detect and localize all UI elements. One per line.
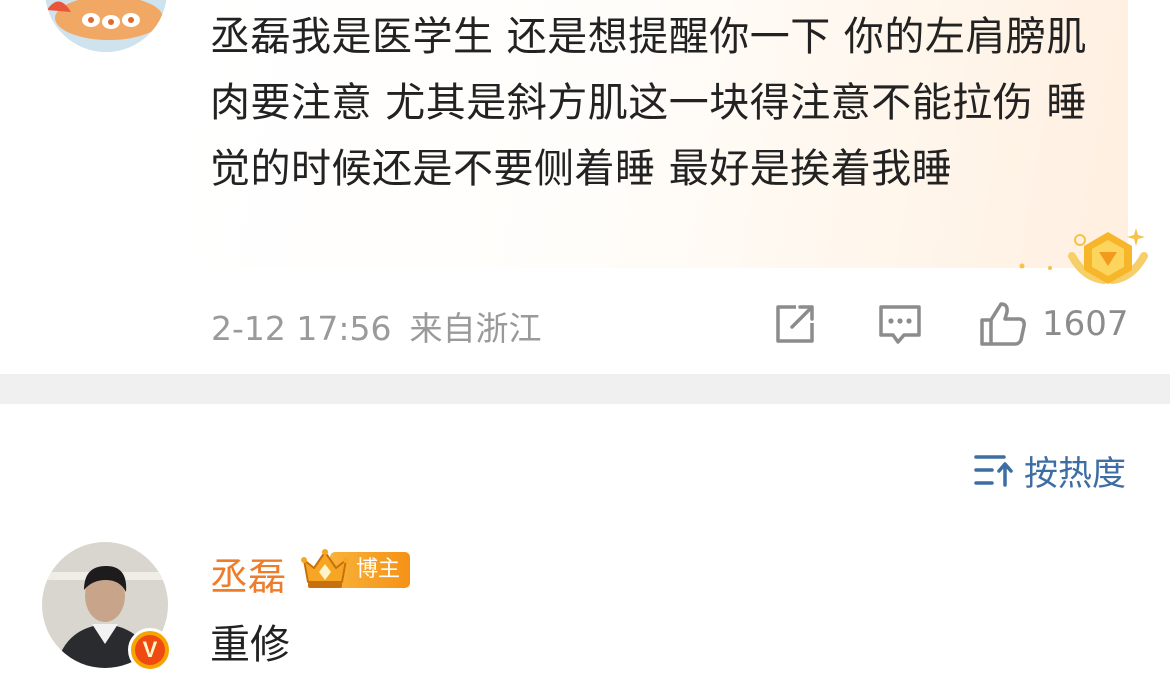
comment-meta: 2-12 17:56 来自浙江 — [211, 302, 560, 350]
thumbs-up-icon — [980, 302, 1026, 346]
share-icon — [776, 305, 814, 343]
crown-icon — [301, 549, 349, 588]
reply-text: 重修 — [210, 622, 290, 668]
sort-by-hot-button[interactable]: 按热度 — [974, 448, 1126, 494]
comment-location: 来自浙江 — [409, 309, 542, 348]
comment-icon — [879, 305, 921, 344]
reply-button[interactable] — [876, 300, 924, 348]
comment-text: 丞磊我是医学生 还是想提醒你一下 你的左肩膀肌肉要注意 尤其是斜方肌这一块得注意… — [210, 14, 1087, 192]
sort-icon — [974, 455, 1013, 487]
comment-date: 2-12 17:56 — [211, 309, 392, 348]
like-button[interactable]: 1607 — [978, 300, 1129, 348]
verified-badge: V — [128, 628, 172, 672]
sort-label: 按热度 — [1024, 453, 1126, 494]
section-divider — [0, 374, 1170, 404]
commenter-avatar[interactable] — [45, 0, 167, 52]
share-button[interactable] — [772, 300, 818, 348]
reply-user-name[interactable]: 丞磊 — [210, 546, 286, 601]
like-count: 1607 — [1042, 304, 1129, 344]
gold-badge-icon — [1019, 228, 1148, 284]
